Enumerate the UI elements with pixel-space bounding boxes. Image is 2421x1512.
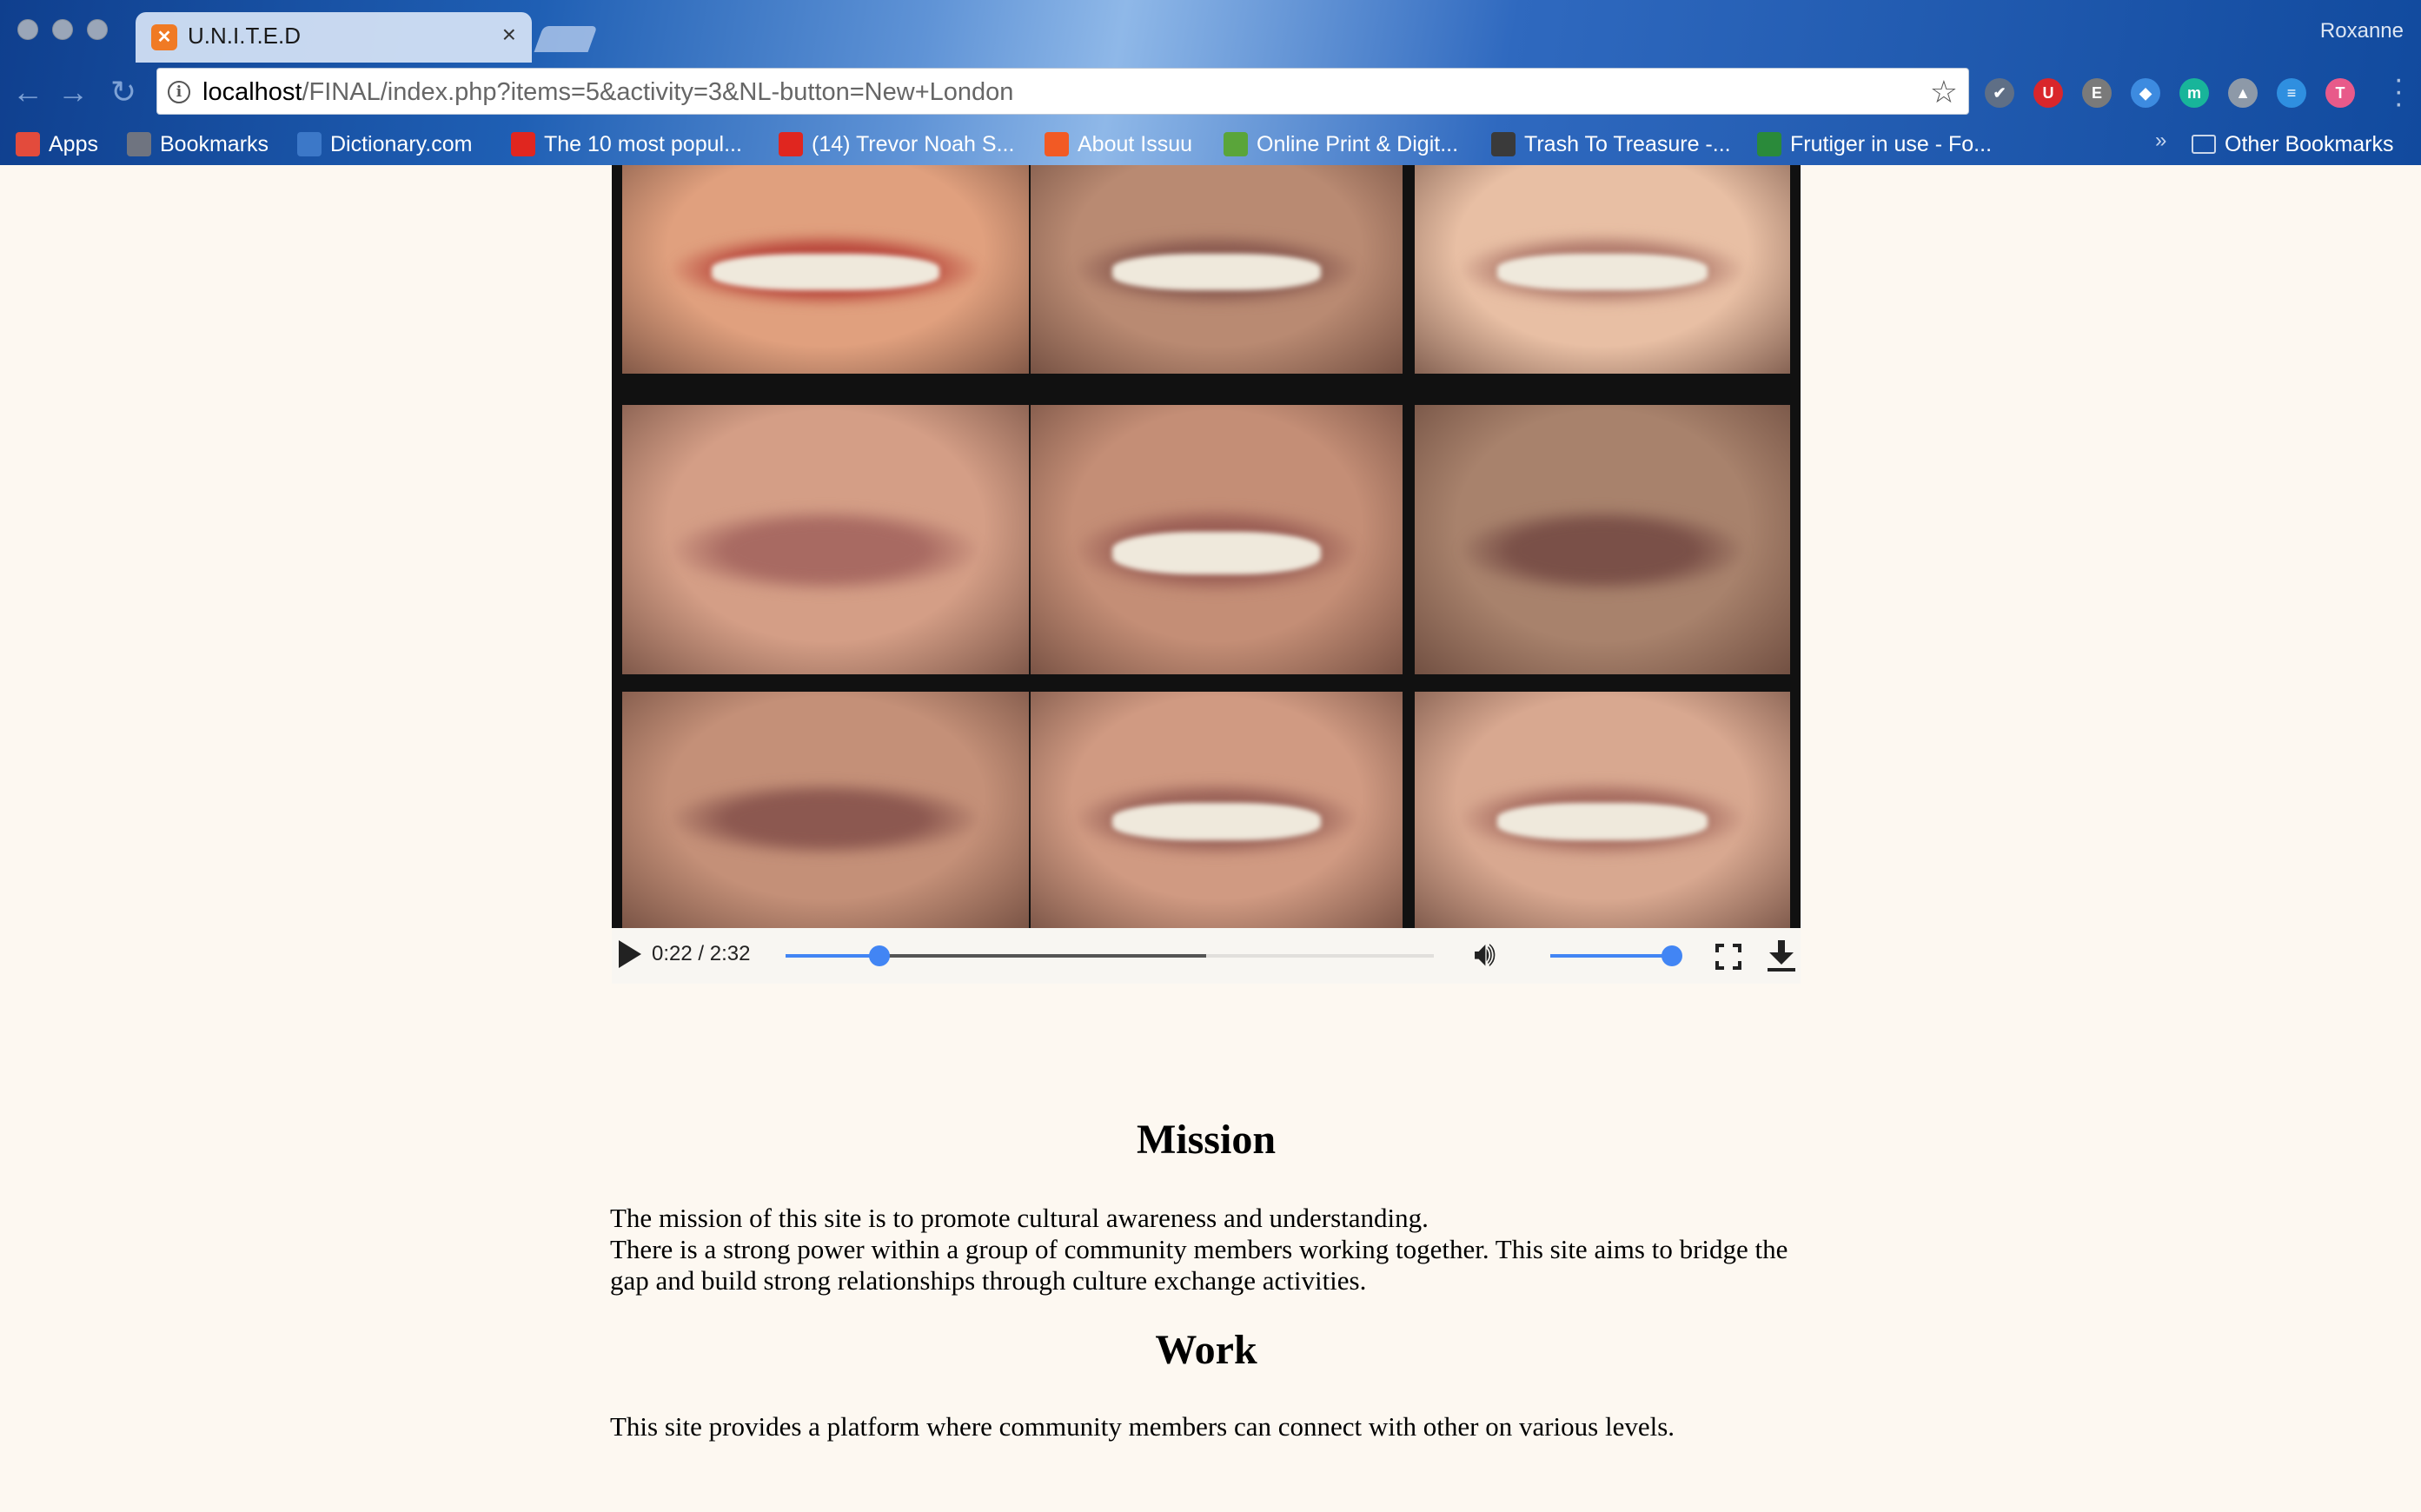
video-frame-tile: [1031, 692, 1403, 928]
ublock-icon[interactable]: U: [2033, 78, 2063, 108]
youtube-icon: [779, 132, 803, 156]
other-bookmarks-folder[interactable]: Other Bookmarks: [2192, 129, 2394, 160]
video-frame-tile: [1031, 165, 1403, 374]
xampp-favicon-icon: ✕: [151, 24, 177, 50]
bookmarks-bar: Apps Bookmarks Dictionary.com The 10 most p…: [0, 123, 2421, 165]
mission-line-1: The mission of this site is to promote c…: [610, 1203, 1429, 1233]
t-logo-icon: [511, 132, 535, 156]
seek-bar[interactable]: [786, 945, 1434, 966]
folder-icon: [2192, 135, 2216, 154]
video-frame-tile: [1031, 405, 1403, 674]
browser-chrome: ✕ U.N.I.T.E.D × Roxanne ← → ↻ i localhos…: [0, 0, 2421, 165]
apps-grid-icon: [16, 132, 40, 156]
video-frame-tile: [622, 405, 1029, 674]
mendeley-icon[interactable]: m: [2179, 78, 2209, 108]
bookmark-star-icon[interactable]: ☆: [1930, 74, 1958, 110]
bookmark-label: Frutiger in use - Fo...: [1790, 131, 1993, 156]
tab-close-icon[interactable]: ×: [502, 21, 516, 49]
volume-thumb[interactable]: [1662, 945, 1682, 966]
bookmark-label: (14) Trevor Noah S...: [812, 131, 1015, 156]
chrome-menu-icon[interactable]: · · ·: [2394, 64, 2404, 118]
fullscreen-icon[interactable]: [1715, 944, 1741, 970]
download-icon[interactable]: [1768, 940, 1795, 972]
tab-united[interactable]: ✕ U.N.I.T.E.D ×: [136, 12, 532, 63]
reload-icon[interactable]: ↻: [103, 71, 144, 113]
video-player[interactable]: [612, 165, 1801, 928]
avatar-ext-icon[interactable]: T: [2325, 78, 2355, 108]
bookmark-item[interactable]: Dictionary.com: [297, 129, 472, 160]
bookmark-item[interactable]: About Issuu: [1045, 129, 1192, 160]
minimize-window-button[interactable]: [52, 19, 73, 40]
new-tab-button[interactable]: [534, 26, 598, 52]
video-time: 0:22 / 2:32: [652, 942, 751, 965]
play-icon[interactable]: [619, 940, 641, 968]
video-frame-tile: [1415, 405, 1790, 674]
profile-name[interactable]: Roxanne: [2320, 19, 2404, 43]
url-text[interactable]: localhost/FINAL/index.php?items=5&activi…: [202, 78, 1013, 107]
seek-thumb[interactable]: [869, 945, 891, 966]
bookmark-item[interactable]: (14) Trevor Noah S...: [779, 129, 1014, 160]
browser-toolbar: ← → ↻ i localhost/FINAL/index.php?items=…: [0, 61, 2421, 123]
video-frame-tile: [1415, 165, 1790, 374]
forward-arrow-icon[interactable]: →: [52, 71, 94, 113]
bookmark-item[interactable]: Trash To Treasure -...: [1491, 129, 1731, 160]
bookmark-label: Bookmarks: [160, 131, 269, 156]
url-path: /FINAL/index.php?items=5&activity=3&NL-b…: [302, 78, 1014, 106]
star-icon: [127, 132, 151, 156]
bookmark-label: Trash To Treasure -...: [1524, 131, 1731, 156]
mission-line-2: There is a strong power within a group o…: [610, 1234, 1788, 1296]
volume-slider[interactable]: [1550, 945, 1682, 966]
trash-site-icon: [1491, 132, 1516, 156]
site-info-icon[interactable]: i: [168, 81, 190, 103]
bookmark-label: The 10 most popul...: [544, 131, 742, 156]
volume-icon[interactable]: 🔊︎: [1474, 935, 1496, 974]
volume-fill: [1550, 954, 1672, 958]
url-host: localhost: [202, 78, 302, 106]
bookmark-label: Online Print & Digit...: [1257, 131, 1459, 156]
issuu-icon: [1045, 132, 1069, 156]
video-controls: 0:22 / 2:32 🔊︎: [612, 928, 1801, 984]
dictionary-icon: [297, 132, 322, 156]
bookmark-item[interactable]: Apps: [16, 129, 98, 160]
bookmark-item[interactable]: Bookmarks: [127, 129, 269, 160]
other-bookmarks-label: Other Bookmarks: [2225, 131, 2394, 156]
work-line-1: This site provides a platform where comm…: [610, 1411, 1675, 1442]
fonts-in-use-icon: [1757, 132, 1781, 156]
work-heading: Work: [1155, 1327, 1257, 1373]
bookmark-label: Dictionary.com: [330, 131, 473, 156]
bookmark-label: Apps: [49, 131, 98, 156]
print-icon: [1224, 132, 1248, 156]
bookmarks-overflow-icon[interactable]: »: [2155, 129, 2166, 153]
bookmark-label: About Issuu: [1078, 131, 1193, 156]
bookmark-item[interactable]: Frutiger in use - Fo...: [1757, 129, 1992, 160]
seek-played: [786, 954, 880, 958]
bookmark-item[interactable]: Online Print & Digit...: [1224, 129, 1458, 160]
video-frame-tile: [622, 692, 1029, 928]
video-frame-tile: [622, 165, 1029, 374]
address-bar[interactable]: i localhost/FINAL/index.php?items=5&acti…: [156, 68, 1969, 115]
video-frame-tile: [1415, 692, 1790, 928]
mission-heading: Mission: [1136, 1117, 1277, 1163]
stacks-icon[interactable]: ≡: [2277, 78, 2306, 108]
tab-strip: ✕ U.N.I.T.E.D × Roxanne: [0, 0, 2421, 63]
dropbox-icon[interactable]: ◆: [2131, 78, 2160, 108]
work-text: This site provides a platform where comm…: [610, 1411, 1801, 1442]
back-arrow-icon[interactable]: ←: [7, 71, 49, 113]
close-window-button[interactable]: [17, 19, 38, 40]
tab-title: U.N.I.T.E.D: [188, 23, 302, 49]
evernote-icon[interactable]: E: [2082, 78, 2112, 108]
pocket-icon[interactable]: ✔: [1985, 78, 2014, 108]
drive-icon[interactable]: ▲: [2228, 78, 2258, 108]
bookmark-item[interactable]: The 10 most popul...: [511, 129, 742, 160]
zoom-window-button[interactable]: [87, 19, 108, 40]
mission-text: The mission of this site is to promote c…: [610, 1203, 1801, 1296]
